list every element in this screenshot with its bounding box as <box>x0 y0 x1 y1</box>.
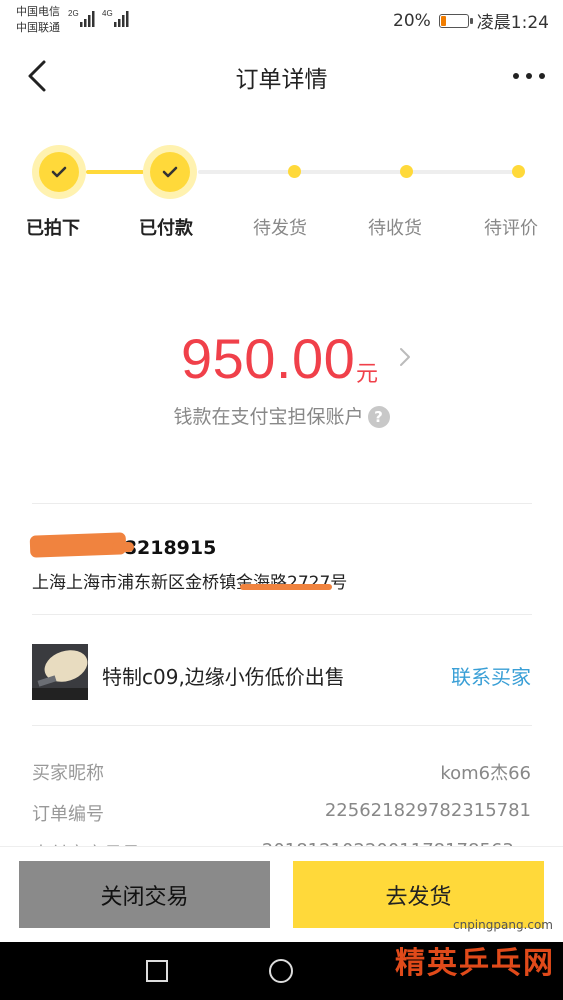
clock: 凌晨1:24 <box>476 13 549 33</box>
check-icon <box>162 166 178 178</box>
step-label-paid: 已付款 <box>139 218 193 239</box>
chevron-right-icon[interactable] <box>398 346 412 368</box>
step-label-to-receive: 待收货 <box>368 218 422 239</box>
carrier-2: 中国联通 <box>16 21 60 34</box>
currency-unit: 元 <box>356 362 379 387</box>
page-title: 订单详情 <box>235 67 328 93</box>
network-type-2: 4G <box>102 9 113 18</box>
step-label-to-review: 待评价 <box>484 218 538 239</box>
watermark-logo: 精英乒乓网 <box>395 946 555 981</box>
status-bar: 中国电信 中国联通 2G 4G 20% 凌晨1:24 <box>0 0 563 40</box>
step-label-to-ship: 待发货 <box>253 218 307 239</box>
info-label-buyer-nickname: 买家昵称 <box>32 763 104 784</box>
escrow-text: 钱款在支付宝担保账户 <box>173 406 364 428</box>
battery-icon <box>438 13 473 28</box>
info-label-order-number: 订单编号 <box>32 804 104 825</box>
contact-buyer-button[interactable]: 联系买家 <box>451 661 531 690</box>
carrier-info: 中国电信 中国联通 <box>16 4 60 36</box>
divider <box>32 725 532 726</box>
product-thumbnail[interactable] <box>32 644 88 700</box>
info-value-buyer-nickname[interactable]: kom6杰66 <box>440 759 531 785</box>
help-icon[interactable]: ? <box>367 406 390 428</box>
network-type-1: 2G <box>68 9 79 18</box>
step-5-dot <box>512 165 525 178</box>
battery-percent: 20% <box>393 10 431 31</box>
step-4-dot <box>400 165 413 178</box>
progress-line-done <box>86 170 144 174</box>
signal-2-icon: 4G <box>102 9 129 27</box>
more-horizontal-icon[interactable] <box>511 64 547 88</box>
status-right: 20% 凌晨1:24 <box>393 8 549 34</box>
product-title: 特制c09,边缘小伤低价出售 <box>102 665 345 689</box>
battery-fill <box>440 15 447 26</box>
escrow-note: 钱款在支付宝担保账户? <box>0 402 563 429</box>
paddle-image <box>32 644 88 700</box>
check-icon <box>51 166 67 178</box>
home-icon[interactable] <box>268 958 294 984</box>
step-1-marker <box>32 145 86 199</box>
step-3-dot <box>288 165 301 178</box>
signal-1-icon: 2G <box>68 9 95 27</box>
watermark-site: cnpingpang.com <box>452 918 553 932</box>
progress-line-pending <box>198 170 518 174</box>
redaction-mark <box>112 542 134 552</box>
step-label-ordered: 已拍下 <box>26 218 80 239</box>
redaction-mark <box>240 584 332 590</box>
info-value-order-number[interactable]: 225621829782315781 <box>325 800 531 821</box>
payment-amount-row[interactable]: 950.00 元 <box>0 326 563 396</box>
nav-bar: 订单详情 <box>0 40 563 112</box>
carrier-1: 中国电信 <box>16 5 60 18</box>
divider <box>32 614 532 615</box>
payment-amount: 950.00 <box>181 327 356 390</box>
divider <box>32 503 532 504</box>
recent-apps-icon[interactable] <box>145 959 169 983</box>
close-trade-button[interactable]: 关闭交易 <box>19 861 270 928</box>
step-2-marker <box>143 145 197 199</box>
